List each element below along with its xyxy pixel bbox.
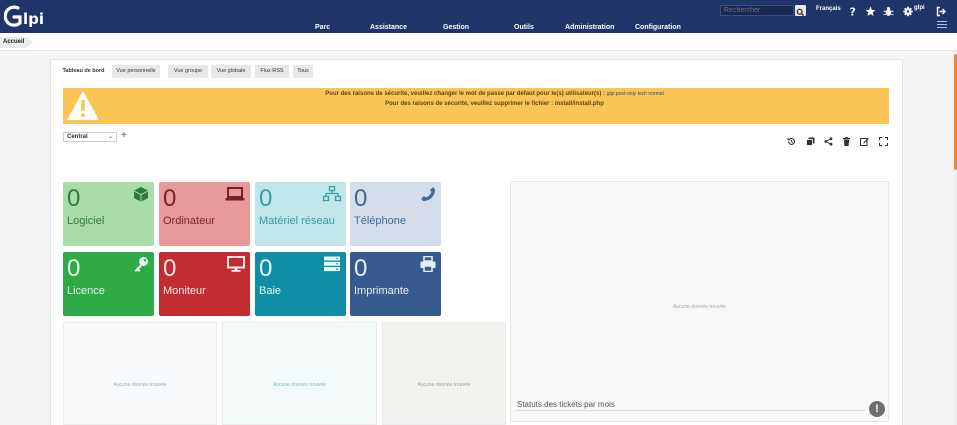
card-imprimante[interactable]: 0 Imprimante xyxy=(350,252,441,316)
chevron-down-icon: ⌄ xyxy=(107,134,113,140)
menu-outils[interactable]: Outils xyxy=(514,22,534,33)
empty-widget-1: Aucune donnée trouvée xyxy=(63,322,217,425)
card-value: 0 xyxy=(163,185,177,212)
tab-flux-rss[interactable]: Flux RSS xyxy=(255,65,289,78)
card-label: Imprimante xyxy=(354,285,410,297)
search-input[interactable] xyxy=(720,5,794,16)
menu-parc[interactable]: Parc xyxy=(315,22,330,33)
cube-icon xyxy=(133,186,149,202)
password-warning-text: Pour des raisons de sécurité, veuillez c… xyxy=(325,91,606,97)
card-value: 0 xyxy=(259,185,273,212)
card-label: Baie xyxy=(259,285,282,297)
default-users-link[interactable]: glpi post-only tech normal xyxy=(607,91,664,97)
svg-text:?: ? xyxy=(850,6,856,17)
tab-vue-personnelle[interactable]: Vue personnelle xyxy=(112,65,160,78)
menu-gestion[interactable]: Gestion xyxy=(443,22,469,33)
card-label: Téléphone xyxy=(354,215,406,227)
empty-widget-2: Aucune donnée trouvée xyxy=(222,322,377,425)
top-bar: lpi Français ? glpi P xyxy=(0,0,957,33)
card-licence[interactable]: 0 Licence xyxy=(63,252,154,316)
card-value: 0 xyxy=(163,255,177,282)
laptop-icon xyxy=(225,186,245,202)
edit-icon[interactable] xyxy=(860,133,869,146)
card-baie[interactable]: 0 Baie xyxy=(255,252,346,316)
key-icon xyxy=(133,256,149,272)
card-telephone[interactable]: 0 Téléphone xyxy=(350,182,441,246)
card-label: Matériel réseau xyxy=(259,215,335,227)
search-icon xyxy=(796,8,805,17)
monitor-icon xyxy=(227,256,245,272)
card-value: 0 xyxy=(354,255,368,282)
warning-icon xyxy=(66,90,100,121)
fullscreen-icon[interactable] xyxy=(878,133,889,147)
card-value: 0 xyxy=(67,185,81,212)
user-menu[interactable]: glpi xyxy=(914,5,925,11)
card-value: 0 xyxy=(67,255,81,282)
language-selector[interactable]: Français xyxy=(816,6,841,12)
history-icon[interactable] xyxy=(787,133,796,145)
clone-icon[interactable] xyxy=(806,133,815,146)
bug-icon[interactable] xyxy=(883,4,894,22)
tab-tableau-de-bord[interactable]: Tableau de bord xyxy=(60,65,107,78)
add-dashboard-button[interactable]: + xyxy=(121,130,127,141)
menu-administration[interactable]: Administration xyxy=(565,22,614,33)
tickets-status-widget: Aucune donnée trouvée xyxy=(510,181,889,422)
card-moniteur[interactable]: 0 Moniteur xyxy=(159,252,250,316)
menu-configuration[interactable]: Configuration xyxy=(635,22,681,33)
network-icon xyxy=(322,185,342,202)
dashboard-select-value: Central xyxy=(67,134,88,140)
tickets-status-title: Statuts des tickets par mois xyxy=(517,400,615,409)
card-value: 0 xyxy=(259,255,273,282)
card-materiel-reseau[interactable]: 0 Matériel réseau xyxy=(255,182,346,246)
card-value: 0 xyxy=(354,185,368,212)
hamburger-menu-icon[interactable] xyxy=(937,21,947,30)
menu-assistance[interactable]: Assistance xyxy=(370,22,407,33)
tab-vue-groupe[interactable]: Vue groupe xyxy=(168,65,208,78)
info-icon[interactable]: ! xyxy=(869,401,885,417)
security-warning-line-1: Pour des raisons de sécurité, veuillez c… xyxy=(100,91,889,97)
divider xyxy=(515,410,865,411)
card-ordinateur[interactable]: 0 Ordinateur xyxy=(159,182,250,246)
star-icon[interactable] xyxy=(865,4,876,22)
phone-icon xyxy=(420,186,436,202)
gear-icon[interactable] xyxy=(903,4,913,22)
printer-icon xyxy=(420,255,436,273)
breadcrumb-bar: Accueil xyxy=(0,33,957,51)
card-label: Logiciel xyxy=(67,215,105,227)
card-label: Ordinateur xyxy=(163,215,215,227)
dashboard-select[interactable]: Central ⌄ xyxy=(63,132,117,142)
share-icon[interactable] xyxy=(824,133,833,146)
empty-message: Aucune donnée trouvée xyxy=(417,382,471,388)
tab-vue-globale[interactable]: Vue globale xyxy=(211,65,251,78)
install-file-warning: Pour des raisons de sécurité, veuillez s… xyxy=(385,101,604,107)
card-label: Moniteur xyxy=(163,285,206,297)
empty-message: Aucune donnée trouvée xyxy=(113,382,167,388)
search-button[interactable] xyxy=(795,5,806,17)
delete-icon[interactable] xyxy=(842,133,851,146)
breadcrumb-home[interactable]: Accueil xyxy=(0,37,34,48)
logout-icon[interactable] xyxy=(936,4,946,22)
tab-tous[interactable]: Tous xyxy=(293,65,313,78)
main-menu: Parc Assistance Gestion Outils Administr… xyxy=(0,22,957,33)
empty-message: Aucune donnée trouvée xyxy=(272,382,327,388)
rack-icon xyxy=(323,256,341,272)
card-logiciel[interactable]: 0 Logiciel xyxy=(63,182,154,246)
empty-message: Aucune donnée trouvée xyxy=(672,304,727,310)
empty-widget-3: Aucune donnée trouvée xyxy=(382,322,506,425)
help-icon[interactable]: ? xyxy=(849,4,858,22)
card-label: Licence xyxy=(67,285,105,297)
